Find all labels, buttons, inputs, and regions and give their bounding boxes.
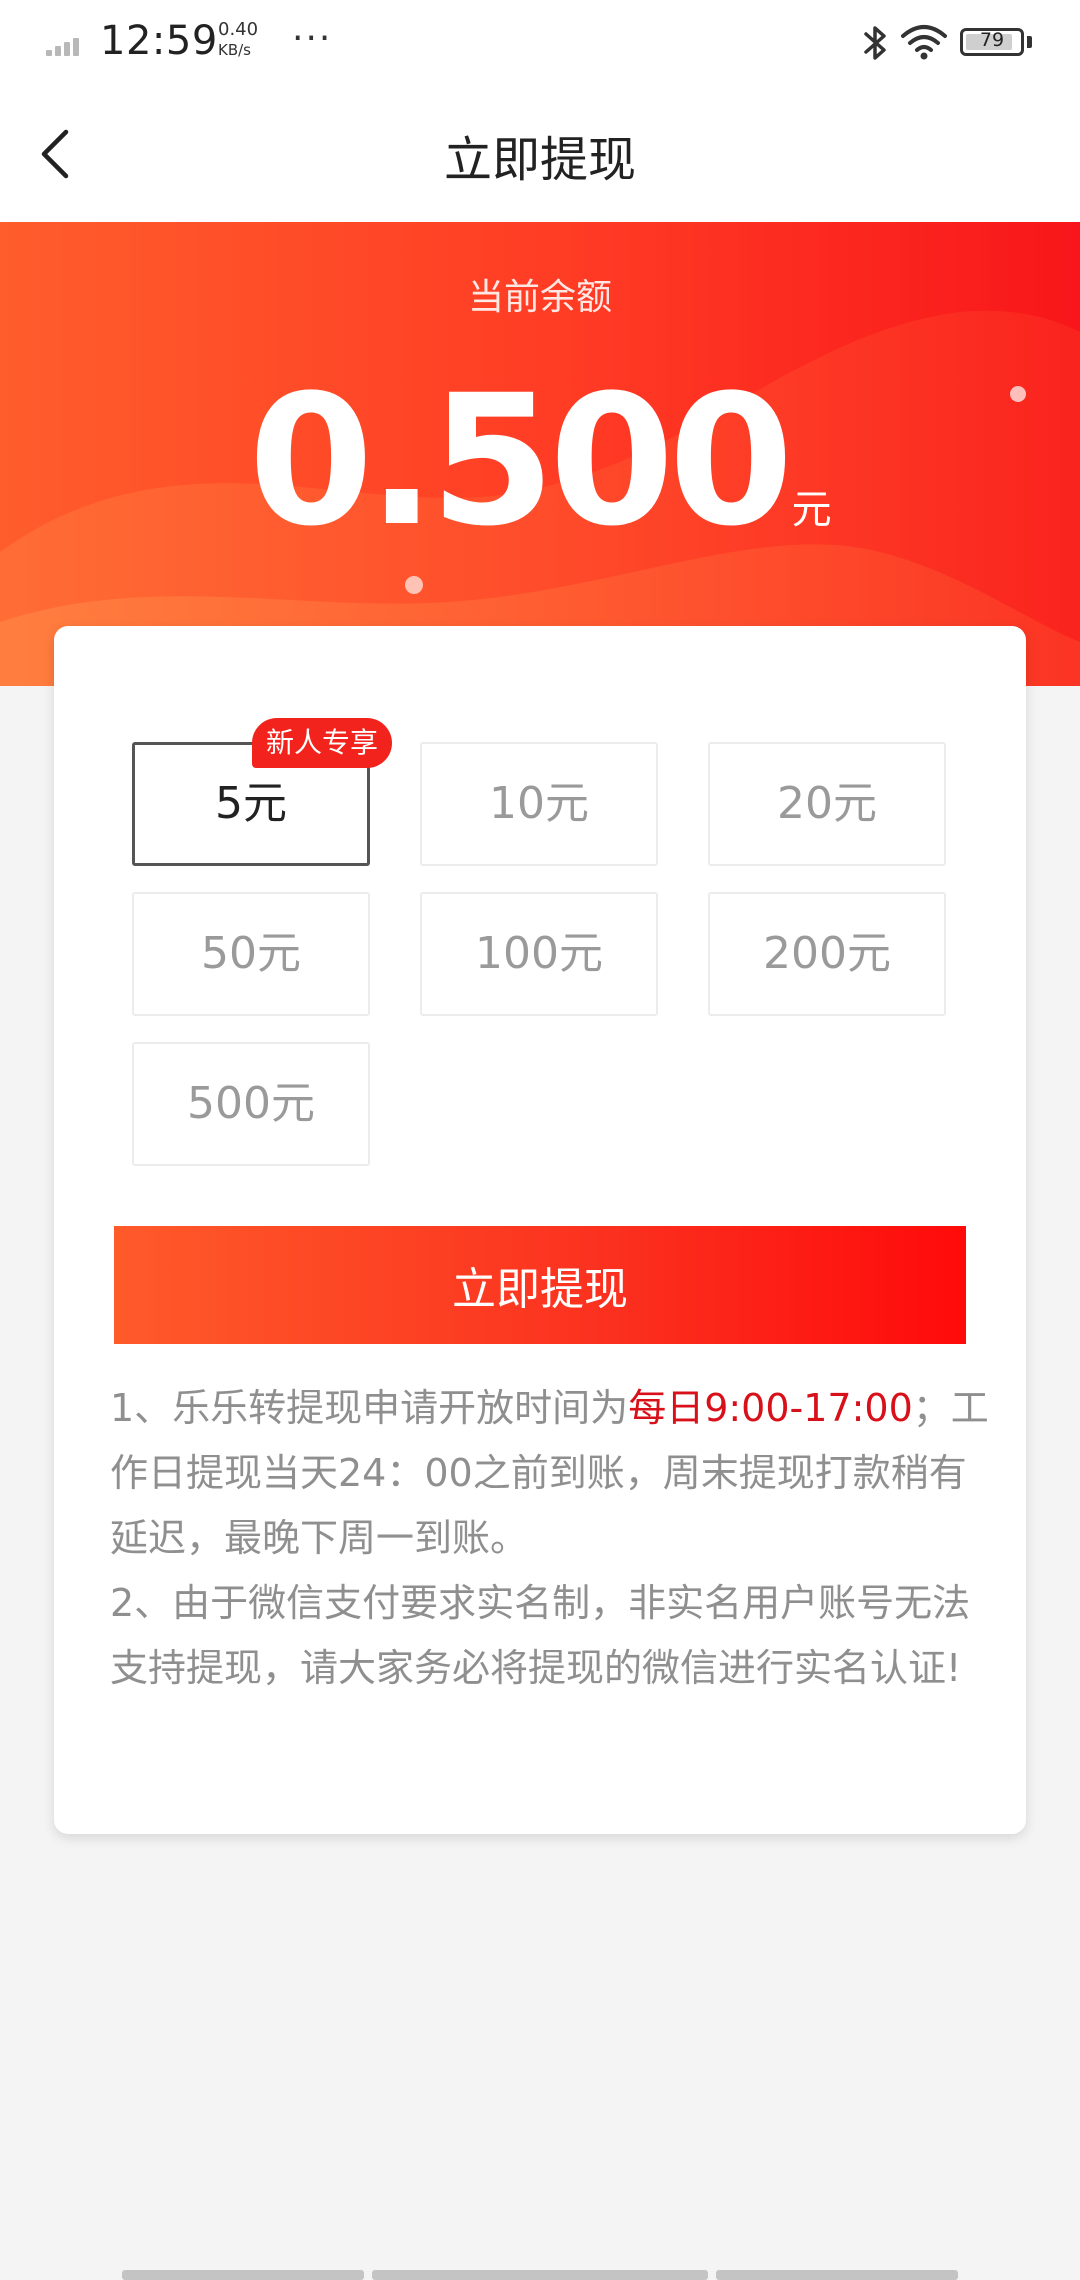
withdraw-notes: 1、乐乐转提现申请开放时间为每日9:00-17:00；工作日提现当天24：00之…: [110, 1376, 990, 1701]
battery-percentage: 79: [979, 29, 1005, 51]
bluetooth-icon: [864, 26, 886, 60]
amount-option-50[interactable]: 50元: [132, 892, 370, 1016]
new-user-badge: 新人专享: [252, 718, 393, 768]
nav-bar-segment: [716, 2270, 958, 2280]
balance-amount: 0.500: [248, 357, 793, 566]
amount-option-10[interactable]: 10元: [420, 742, 658, 866]
balance-value: 0.500 元: [0, 372, 1080, 552]
network-speed-unit: KB/s: [218, 41, 251, 59]
balance-label: 当前余额: [467, 277, 612, 318]
status-bar: 12:59 0.40 KB/s ··· 79: [0, 0, 1080, 86]
page-title: 立即提现: [443, 132, 636, 188]
note-1-hours: 每日9:00-17:00: [628, 1386, 913, 1430]
amount-option-200[interactable]: 200元: [708, 892, 946, 1016]
amount-option-500[interactable]: 500元: [132, 1042, 370, 1166]
amount-option-100[interactable]: 100元: [420, 892, 658, 1016]
title-bar: 立即提现: [0, 86, 1080, 222]
navigation-bar: [122, 2270, 958, 2280]
wifi-icon: [901, 25, 947, 60]
note-2: 2、由于微信支付要求实名制，非实名用户账号无法支持提现，请大家务必将提现的微信进…: [110, 1581, 971, 1690]
balance-banner: 当前余额 0.500 元: [0, 222, 1080, 686]
network-speed: 0.40 KB/s: [218, 20, 278, 60]
nav-bar-segment: [122, 2270, 364, 2280]
note-1: 1、乐乐转提现申请开放时间为每日9:00-17:00；工作日提现当天24：00之…: [110, 1376, 990, 1571]
battery-tip: [1027, 36, 1032, 48]
battery-icon: 79: [960, 28, 1024, 56]
withdraw-button[interactable]: 立即提现: [114, 1226, 966, 1344]
more-notifications-icon: ···: [292, 18, 333, 59]
signal-icon: [46, 34, 86, 56]
note-1-prefix: 1、乐乐转提现申请开放时间为: [110, 1386, 629, 1430]
withdraw-card: 5元 新人专享 10元 20元 50元 100元 200元 500元 立即提现 …: [54, 626, 1026, 1834]
balance-unit: 元: [791, 487, 832, 533]
amount-option-20[interactable]: 20元: [708, 742, 946, 866]
nav-bar-segment: [372, 2270, 708, 2280]
status-time: 12:59: [100, 18, 218, 64]
network-speed-value: 0.40: [218, 19, 259, 40]
